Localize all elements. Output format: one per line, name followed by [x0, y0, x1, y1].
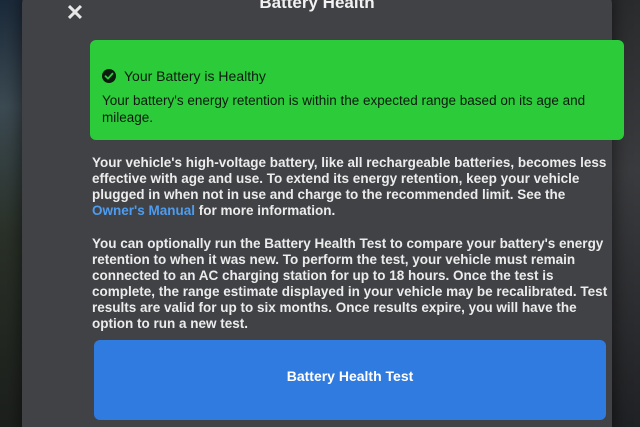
check-circle-icon [102, 69, 116, 83]
owners-manual-link[interactable]: Owner's Manual [92, 203, 195, 218]
status-header: Your Battery is Healthy [102, 68, 266, 84]
info-paragraph-1-end: for more information. [194, 203, 336, 218]
info-paragraph-1-text: Your vehicle's high-voltage battery, lik… [92, 155, 607, 202]
info-paragraph-2: You can optionally run the Battery Healt… [92, 236, 608, 331]
status-title: Your Battery is Healthy [124, 68, 266, 84]
status-description: Your battery's energy retention is withi… [102, 93, 586, 125]
status-card: Your Battery is Healthy Your battery's e… [90, 40, 624, 140]
battery-health-test-button[interactable]: Battery Health Test [94, 340, 606, 420]
dialog-title: Battery Health [259, 0, 375, 12]
battery-health-dialog: ✕ Battery Health Your Battery is Healthy… [22, 0, 624, 427]
screen: ✕ Battery Health Your Battery is Healthy… [0, 0, 640, 427]
battery-health-test-label: Battery Health Test [286, 368, 414, 384]
info-paragraph-1: Your vehicle's high-voltage battery, lik… [92, 155, 612, 219]
